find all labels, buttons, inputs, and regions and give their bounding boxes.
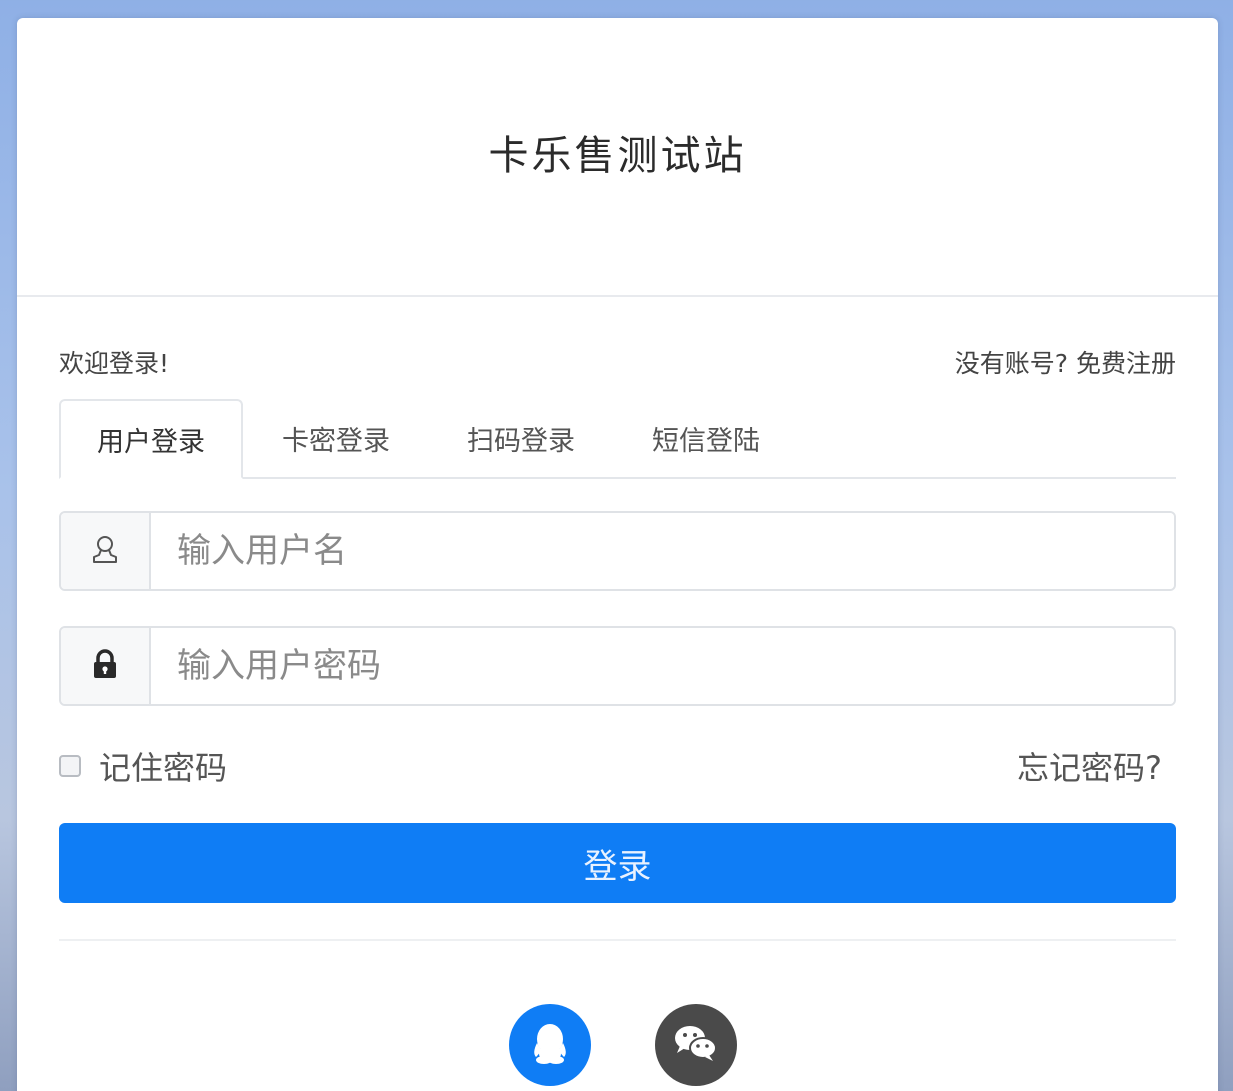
qq-icon xyxy=(528,1019,572,1071)
wechat-login-button[interactable] xyxy=(654,1004,737,1086)
username-input[interactable] xyxy=(151,513,1174,589)
password-group xyxy=(59,626,1176,706)
username-group xyxy=(59,511,1176,591)
remember-checkbox[interactable] xyxy=(59,755,81,777)
site-title: 卡乐售测试站 xyxy=(488,132,747,179)
card-body: 欢迎登录! 没有账号? 免费注册 用户登录 卡密登录 扫码登录 短信登陆 输入用… xyxy=(17,342,1218,1086)
card-header: 卡乐售测试站 xyxy=(17,18,1218,297)
tab-user-login[interactable]: 用户登录 xyxy=(59,399,243,479)
username-addon xyxy=(61,513,151,589)
login-button[interactable]: 登录 xyxy=(59,823,1176,903)
options-row: 记住密码 忘记密码? xyxy=(59,743,1176,789)
divider xyxy=(59,939,1176,941)
forgot-password-link[interactable]: 忘记密码? xyxy=(1017,743,1162,789)
remember-password[interactable]: 记住密码 xyxy=(59,743,227,789)
tab-card-login[interactable]: 卡密登录 xyxy=(243,399,429,477)
login-tabs: 用户登录 卡密登录 扫码登录 短信登陆 xyxy=(59,399,1176,479)
welcome-text: 欢迎登录! xyxy=(59,349,170,378)
password-addon xyxy=(61,628,151,704)
password-input[interactable] xyxy=(151,628,1174,704)
wechat-icon xyxy=(671,1021,721,1069)
remember-label: 记住密码 xyxy=(99,749,228,787)
tab-sms-login[interactable]: 短信登陆 xyxy=(613,399,799,477)
social-login xyxy=(69,1004,1176,1086)
welcome-row: 欢迎登录! 没有账号? 免费注册 xyxy=(59,342,1176,382)
tab-qrcode-login[interactable]: 扫码登录 xyxy=(429,399,613,477)
qq-login-button[interactable] xyxy=(508,1004,591,1086)
register-link[interactable]: 没有账号? 免费注册 xyxy=(955,344,1176,380)
user-icon xyxy=(90,533,120,569)
login-card: 卡乐售测试站 欢迎登录! 没有账号? 免费注册 用户登录 卡密登录 扫码登录 短… xyxy=(17,18,1218,1091)
lock-icon xyxy=(91,648,119,684)
